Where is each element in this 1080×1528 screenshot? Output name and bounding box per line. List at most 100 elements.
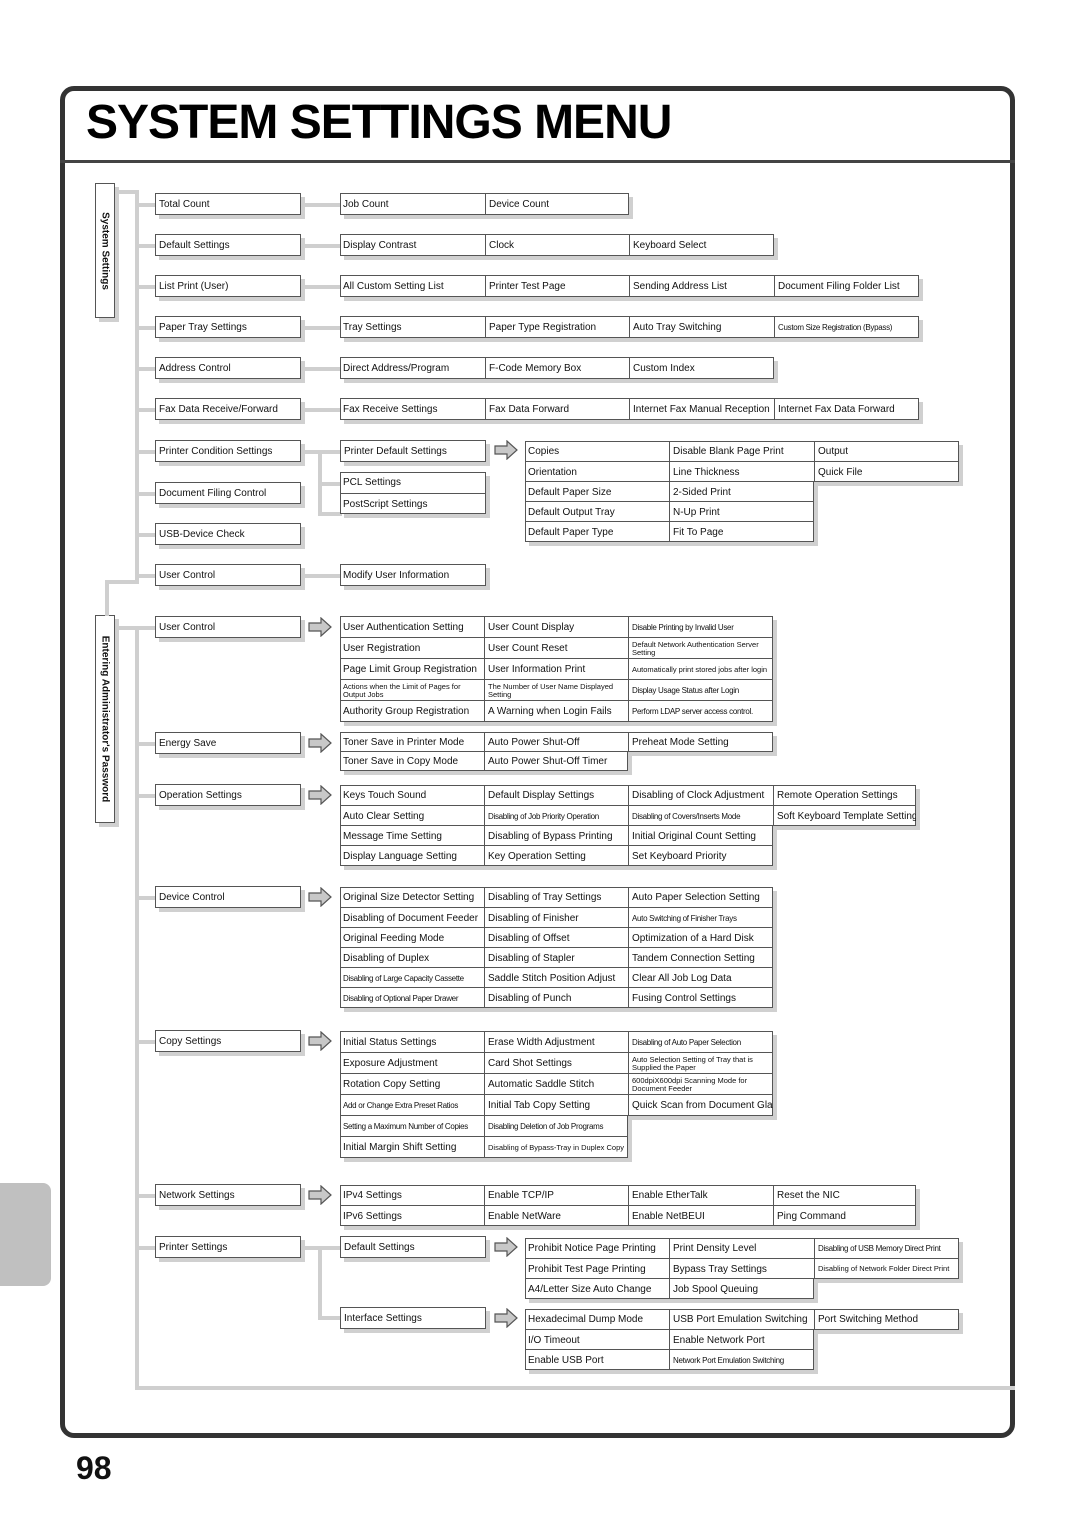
menu-item-toner-save-in-printer-mode[interactable]: Toner Save in Printer Mode [340, 732, 485, 752]
menu-item-auto-power-shut-off[interactable]: Auto Power Shut-Off [484, 732, 628, 752]
menu-item-ipv4-settings[interactable]: IPv4 Settings [340, 1185, 485, 1206]
menu-item-fit-to-page[interactable]: Fit To Page [669, 521, 814, 542]
menu-item-default-output-tray[interactable]: Default Output Tray [525, 501, 670, 522]
menu-item-clear-all-job-log-data[interactable]: Clear All Job Log Data [628, 967, 773, 988]
menu-item-sending-address-list[interactable]: Sending Address List [629, 275, 774, 297]
menu-item-network-port-emulation-switching[interactable]: Network Port Emulation Switching [669, 1349, 814, 1370]
menu-item-print-density-level[interactable]: Print Density Level [669, 1238, 814, 1259]
menu-item-card-shot-settings[interactable]: Card Shot Settings [484, 1052, 628, 1074]
menu-item-automatically-print-stored-jobs-after-login[interactable]: Automatically print stored jobs after lo… [628, 658, 773, 680]
menu-item-rotation-copy-setting[interactable]: Rotation Copy Setting [340, 1073, 485, 1095]
menu-item-setting-a-maximum-number-of-copies[interactable]: Setting a Maximum Number of Copies [340, 1115, 485, 1137]
menu-item-custom-size-registration-bypass[interactable]: Custom Size Registration (Bypass) [774, 316, 919, 338]
menu-item-add-or-change-extra-preset-ratios[interactable]: Add or Change Extra Preset Ratios [340, 1094, 485, 1116]
menu-item-job-count[interactable]: Job Count [340, 193, 485, 215]
menu-item-initial-status-settings[interactable]: Initial Status Settings [340, 1031, 485, 1053]
printer-settings-interface[interactable]: Interface Settings [340, 1307, 486, 1329]
menu-item-postscript-settings[interactable]: PostScript Settings [340, 493, 486, 514]
menu-item-tandem-connection-setting[interactable]: Tandem Connection Setting [628, 947, 773, 968]
menu-item-disabling-of-tray-settings[interactable]: Disabling of Tray Settings [484, 887, 628, 908]
menu-item-disabling-of-covers-inserts-mode[interactable]: Disabling of Covers/Inserts Mode [628, 805, 773, 826]
menu-item-tray-settings[interactable]: Tray Settings [340, 316, 485, 338]
menu-item-auto-clear-setting[interactable]: Auto Clear Setting [340, 805, 485, 826]
level1-total-count[interactable]: Total Count [155, 193, 301, 215]
menu-item-keys-touch-sound[interactable]: Keys Touch Sound [340, 785, 485, 806]
menu-item-display-language-setting[interactable]: Display Language Setting [340, 845, 485, 866]
menu-item-soft-keyboard-template-setting[interactable]: Soft Keyboard Template Setting [773, 805, 916, 826]
printer-settings-default[interactable]: Default Settings [340, 1236, 486, 1258]
menu-item-disabling-of-clock-adjustment[interactable]: Disabling of Clock Adjustment [628, 785, 773, 806]
menu-item-paper-type-registration[interactable]: Paper Type Registration [485, 316, 629, 338]
level1-address-control[interactable]: Address Control [155, 357, 301, 379]
menu-item-authority-group-registration[interactable]: Authority Group Registration [340, 700, 485, 722]
menu-item-disabling-of-optional-paper-drawer[interactable]: Disabling of Optional Paper Drawer [340, 987, 485, 1008]
menu-item-a-warning-when-login-fails[interactable]: A Warning when Login Fails [484, 700, 628, 722]
menu-item-internet-fax-data-forward[interactable]: Internet Fax Data Forward [774, 398, 919, 420]
menu-item-user-information-print[interactable]: User Information Print [484, 658, 628, 680]
menu-item-disabling-of-stapler[interactable]: Disabling of Stapler [484, 947, 628, 968]
menu-item-quick-scan-from-document-glass[interactable]: Quick Scan from Document Glass [628, 1094, 773, 1116]
level1-usb-device-check[interactable]: USB-Device Check [155, 523, 301, 545]
level1-user-control[interactable]: User Control [155, 564, 301, 586]
level1-fax-data-receive-forward[interactable]: Fax Data Receive/Forward [155, 398, 301, 420]
menu-item-auto-paper-selection-setting[interactable]: Auto Paper Selection Setting [628, 887, 773, 908]
menu-item-output[interactable]: Output [814, 441, 959, 462]
menu-item-auto-tray-switching[interactable]: Auto Tray Switching [629, 316, 774, 338]
menu-item-prohibit-notice-page-printing[interactable]: Prohibit Notice Page Printing [525, 1238, 670, 1259]
menu-item-reset-the-nic[interactable]: Reset the NIC [773, 1185, 916, 1206]
menu-item-disabling-of-usb-memory-direct-print[interactable]: Disabling of USB Memory Direct Print [814, 1238, 959, 1259]
menu-item-initial-margin-shift-setting[interactable]: Initial Margin Shift Setting [340, 1136, 485, 1158]
printer-default-settings[interactable]: Printer Default Settings [340, 440, 486, 462]
level1-printer-settings[interactable]: Printer Settings [155, 1236, 301, 1258]
menu-item-set-keyboard-priority[interactable]: Set Keyboard Priority [628, 845, 773, 866]
menu-item-erase-width-adjustment[interactable]: Erase Width Adjustment [484, 1031, 628, 1053]
menu-item-disabling-of-duplex[interactable]: Disabling of Duplex [340, 947, 485, 968]
level1-default-settings[interactable]: Default Settings [155, 234, 301, 256]
menu-item-message-time-setting[interactable]: Message Time Setting [340, 825, 485, 846]
menu-item-remote-operation-settings[interactable]: Remote Operation Settings [773, 785, 916, 806]
menu-item-keyboard-select[interactable]: Keyboard Select [629, 234, 774, 256]
menu-item-enable-netware[interactable]: Enable NetWare [484, 1205, 628, 1226]
menu-item-direct-address-program[interactable]: Direct Address/Program [340, 357, 485, 379]
level1-energy-save[interactable]: Energy Save [155, 732, 301, 754]
menu-item-disabling-of-bypass-tray-in-duplex-copy[interactable]: Disabling of Bypass-Tray in Duplex Copy [484, 1136, 628, 1158]
menu-item-port-switching-method[interactable]: Port Switching Method [814, 1309, 959, 1330]
level1-copy-settings[interactable]: Copy Settings [155, 1030, 301, 1052]
menu-item-toner-save-in-copy-mode[interactable]: Toner Save in Copy Mode [340, 751, 485, 771]
level1-paper-tray-settings[interactable]: Paper Tray Settings [155, 316, 301, 338]
menu-item-printer-test-page[interactable]: Printer Test Page [485, 275, 629, 297]
menu-item-hexadecimal-dump-mode[interactable]: Hexadecimal Dump Mode [525, 1309, 670, 1330]
menu-item-saddle-stitch-position-adjust[interactable]: Saddle Stitch Position Adjust [484, 967, 628, 988]
menu-item-fax-receive-settings[interactable]: Fax Receive Settings [340, 398, 485, 420]
menu-item-exposure-adjustment[interactable]: Exposure Adjustment [340, 1052, 485, 1074]
menu-item-disabling-of-finisher[interactable]: Disabling of Finisher [484, 907, 628, 928]
menu-item-auto-switching-of-finisher-trays[interactable]: Auto Switching of Finisher Trays [628, 907, 773, 928]
menu-item-quick-file[interactable]: Quick File [814, 461, 959, 482]
menu-item-initial-tab-copy-setting[interactable]: Initial Tab Copy Setting [484, 1094, 628, 1116]
menu-item-display-contrast[interactable]: Display Contrast [340, 234, 485, 256]
menu-item-disabling-of-punch[interactable]: Disabling of Punch [484, 987, 628, 1008]
menu-item-enable-tcp-ip[interactable]: Enable TCP/IP [484, 1185, 628, 1206]
menu-item-default-network-authentication-server-setting[interactable]: Default Network Authentication Server Se… [628, 637, 773, 659]
menu-item-custom-index[interactable]: Custom Index [629, 357, 774, 379]
menu-item-optimization-of-a-hard-disk[interactable]: Optimization of a Hard Disk [628, 927, 773, 948]
menu-item-auto-power-shut-off-timer[interactable]: Auto Power Shut-Off Timer [484, 751, 628, 771]
level1-user-control[interactable]: User Control [155, 616, 301, 638]
level1-printer-condition-settings[interactable]: Printer Condition Settings [155, 440, 301, 462]
menu-item-fax-data-forward[interactable]: Fax Data Forward [485, 398, 629, 420]
menu-item-usb-port-emulation-switching[interactable]: USB Port Emulation Switching [669, 1309, 814, 1330]
menu-item-a4-letter-size-auto-change[interactable]: A4/Letter Size Auto Change [525, 1278, 670, 1299]
menu-item-line-thickness[interactable]: Line Thickness [669, 461, 814, 482]
menu-item-user-count-reset[interactable]: User Count Reset [484, 637, 628, 659]
menu-item-preheat-mode-setting[interactable]: Preheat Mode Setting [628, 732, 773, 752]
menu-item-original-size-detector-setting[interactable]: Original Size Detector Setting [340, 887, 485, 908]
menu-item-internet-fax-manual-reception[interactable]: Internet Fax Manual Reception [629, 398, 774, 420]
menu-item-the-number-of-user-name-displayed-setting[interactable]: The Number of User Name Displayed Settin… [484, 679, 628, 701]
menu-item-pcl-settings[interactable]: PCL Settings [340, 472, 486, 493]
menu-item-user-authentication-setting[interactable]: User Authentication Setting [340, 616, 485, 638]
menu-item-clock[interactable]: Clock [485, 234, 629, 256]
menu-item-user-count-display[interactable]: User Count Display [484, 616, 628, 638]
menu-item-ipv6-settings[interactable]: IPv6 Settings [340, 1205, 485, 1226]
menu-item-enable-network-port[interactable]: Enable Network Port [669, 1329, 814, 1350]
menu-item-600dpix600dpi-scanning-mode-for-document-feeder[interactable]: 600dpiX600dpi Scanning Mode for Document… [628, 1073, 773, 1095]
